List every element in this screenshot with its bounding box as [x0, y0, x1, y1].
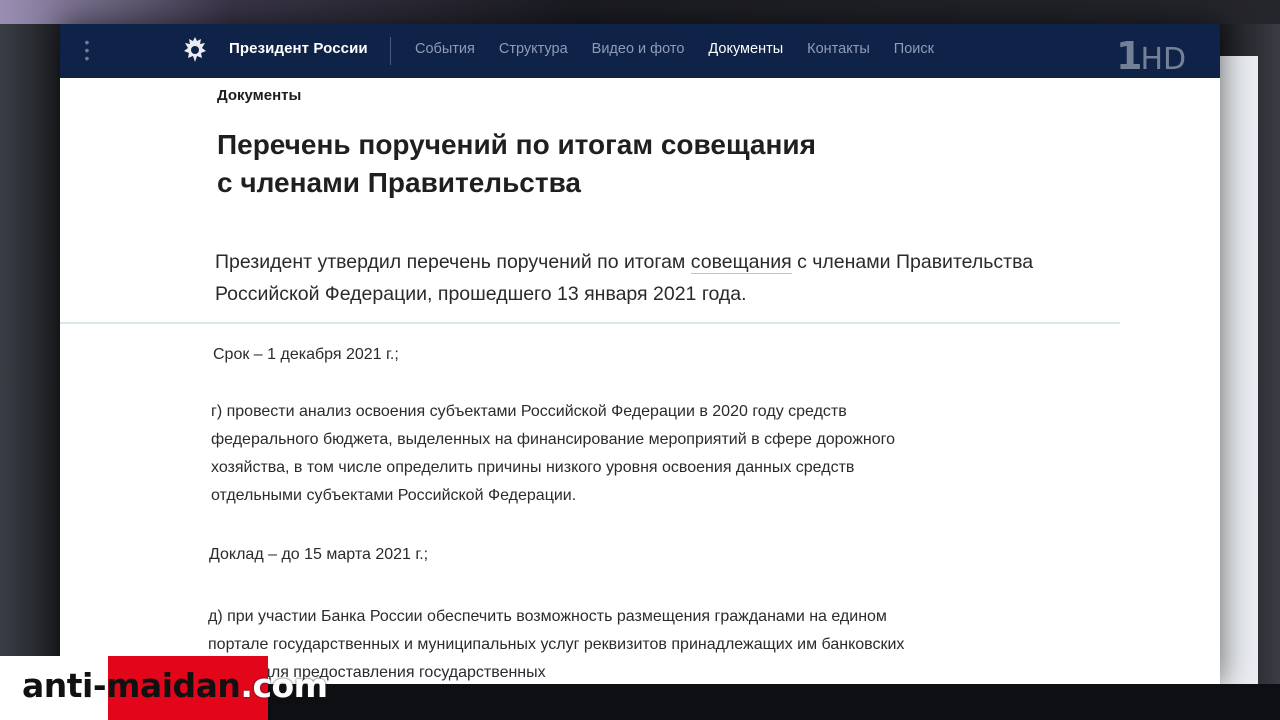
watermark-text: anti-maidan.com — [22, 666, 328, 705]
lead-paragraph: Президент утвердил перечень поручений по… — [215, 246, 1115, 310]
hd-badge: HD — [1140, 42, 1187, 77]
header-divider — [390, 37, 391, 65]
lead-text-1: Президент утвердил перечень поручений по… — [215, 251, 691, 273]
nav-contacts[interactable]: Контакты — [807, 41, 870, 57]
nav-search[interactable]: Поиск — [894, 41, 934, 57]
watermark: anti-maidan.com — [0, 656, 350, 720]
breadcrumb[interactable]: Документы — [217, 87, 301, 104]
nav-structure[interactable]: Структура — [499, 41, 568, 57]
top-glare — [0, 0, 1280, 24]
watermark-part-2: maidan — [106, 666, 241, 705]
section-separator — [60, 322, 1120, 324]
watermark-part-1: anti- — [22, 666, 107, 705]
nav-events[interactable]: События — [415, 41, 475, 57]
nav-video-photo[interactable]: Видео и фото — [592, 41, 685, 57]
watermark-part-3: .com — [240, 666, 328, 705]
emblem-icon[interactable] — [178, 33, 212, 67]
title-line-1: Перечень поручений по итогам совещания — [217, 129, 816, 160]
channel-number: 1 — [1116, 34, 1142, 78]
nav-documents[interactable]: Документы — [708, 41, 783, 57]
deadline-1: Срок – 1 декабря 2021 г.; — [213, 346, 399, 363]
meeting-link[interactable]: совещания — [690, 251, 792, 274]
title-line-2: с членами Правительства — [217, 167, 581, 198]
menu-icon[interactable]: • • • — [80, 35, 94, 65]
browser-screen: • • • Президент России События Структура В… — [60, 24, 1220, 684]
site-title[interactable]: Президент России — [229, 40, 368, 57]
site-header: • • • Президент России События Структура В… — [60, 24, 1220, 78]
page-title: Перечень поручений по итогам совещания с… — [217, 126, 917, 202]
main-nav: События Структура Видео и фото Документы… — [415, 41, 958, 57]
channel-logo: 1HD — [1116, 34, 1236, 84]
instruction-g: г) провести анализ освоения субъектами Р… — [211, 403, 896, 504]
deadline-2: Доклад – до 15 марта 2021 г.; — [209, 546, 429, 563]
